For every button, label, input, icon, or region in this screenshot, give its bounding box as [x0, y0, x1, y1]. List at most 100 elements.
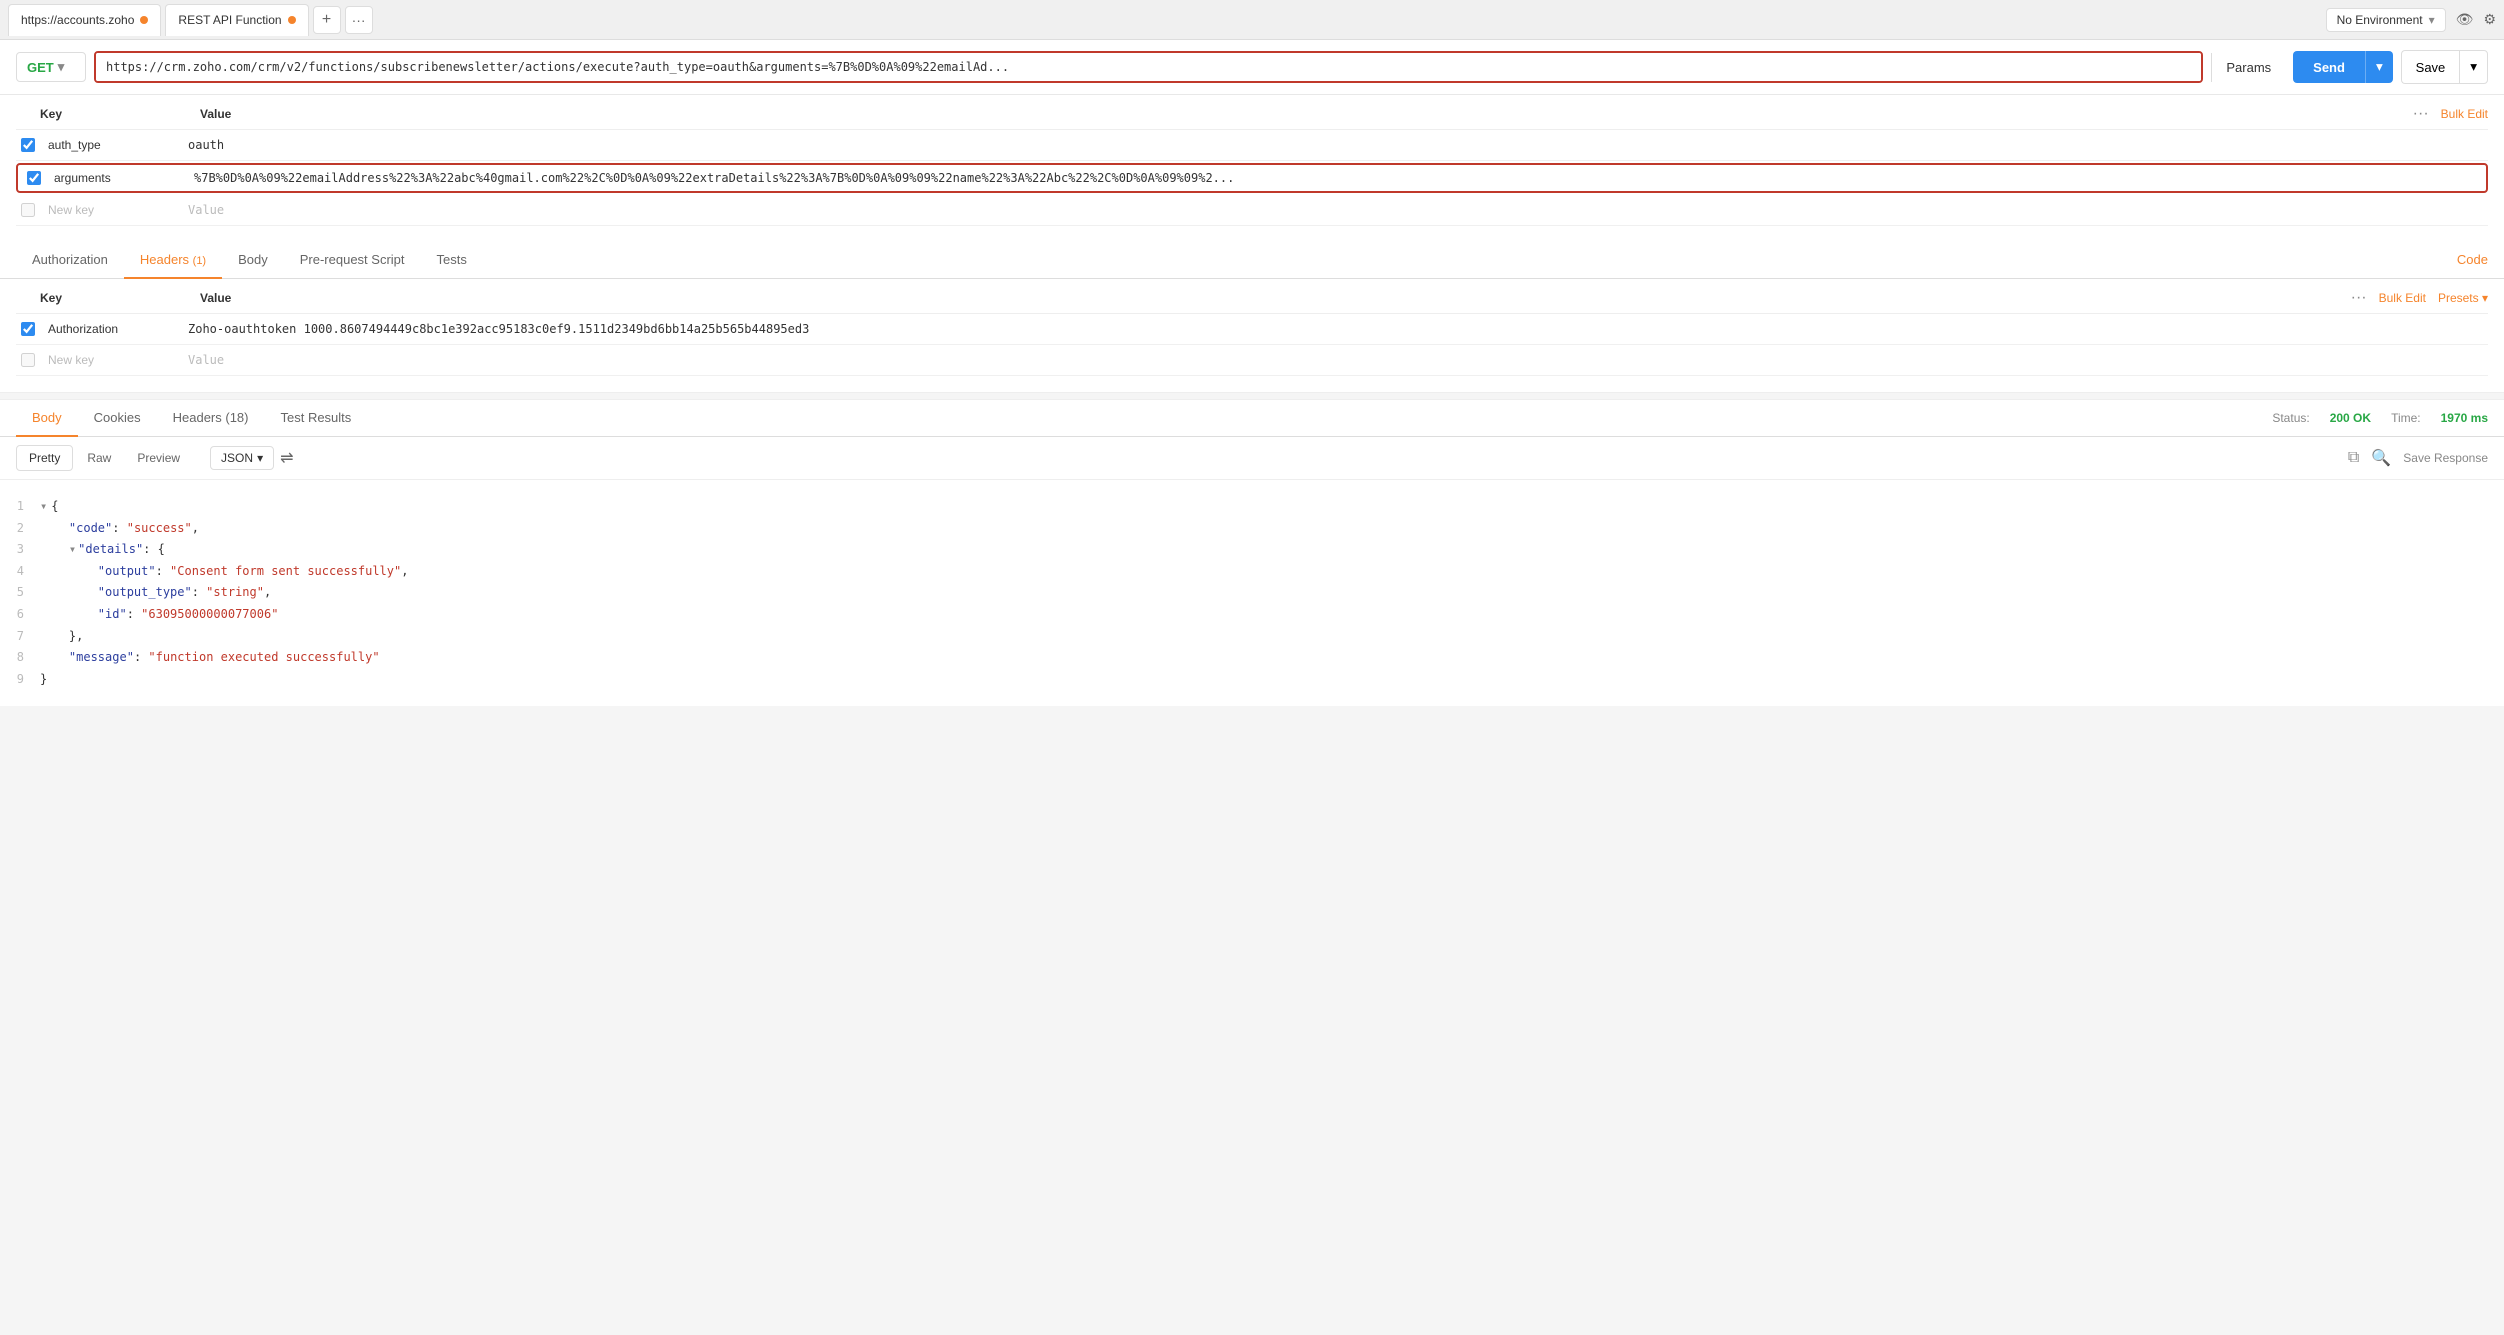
headers-actions: ··· Bulk Edit Presets ▾	[2351, 289, 2488, 307]
headers-header: Key Value ··· Bulk Edit Presets ▾	[16, 279, 2488, 314]
headers-bulk-edit[interactable]: Bulk Edit	[2379, 291, 2426, 305]
params-button[interactable]: Params	[2211, 53, 2285, 82]
param-new-value[interactable]: Value	[180, 201, 2488, 219]
url-input[interactable]	[96, 53, 2201, 81]
method-selector[interactable]: GET ▾	[16, 52, 86, 82]
response-tab-headers[interactable]: Headers (18)	[157, 400, 265, 437]
param-row-new: New key Value	[16, 195, 2488, 226]
copy-icon[interactable]: ⧉	[2348, 449, 2359, 467]
param-new-key[interactable]: New key	[40, 201, 180, 219]
send-button[interactable]: Send	[2293, 51, 2365, 83]
body-format-group: JSON ▾ ⇌	[210, 446, 293, 470]
code-line-8: 8 "message": "function executed successf…	[0, 647, 2488, 669]
body-tab-raw[interactable]: Raw	[75, 446, 123, 470]
tab-headers[interactable]: Headers (1)	[124, 242, 222, 279]
tab-more-button[interactable]: ···	[345, 6, 373, 34]
time-label: Time:	[2391, 411, 2421, 425]
tab-accounts-dot	[140, 16, 148, 24]
header-auth-key: Authorization	[40, 320, 180, 338]
code-line-4: 4 "output": "Consent form sent successfu…	[0, 561, 2488, 583]
save-dropdown-button[interactable]: ▾	[2459, 50, 2488, 84]
tab-authorization[interactable]: Authorization	[16, 242, 124, 279]
params-value-header: Value	[200, 107, 231, 121]
headers-cols: Key Value	[16, 291, 231, 305]
params-bulk-edit[interactable]: Bulk Edit	[2441, 107, 2488, 121]
status-label: Status:	[2272, 411, 2309, 425]
param-row-auth-type: auth_type oauth	[16, 130, 2488, 161]
headers-value-header: Value	[200, 291, 231, 305]
tab-rest-api[interactable]: REST API Function	[165, 4, 308, 36]
param-row-arguments: arguments %7B%0D%0A%09%22emailAddress%22…	[16, 163, 2488, 193]
body-sub-tabs: Pretty Raw Preview JSON ▾ ⇌ ⧉ 🔍 Save Res…	[0, 437, 2504, 480]
url-input-wrapper	[94, 51, 2203, 83]
time-value: 1970 ms	[2441, 411, 2488, 425]
params-cols: Key Value	[16, 107, 231, 121]
status-value: 200 OK	[2330, 411, 2371, 425]
tab-body[interactable]: Body	[222, 242, 284, 279]
format-chevron-icon: ▾	[257, 451, 263, 465]
tab-rest-api-label: REST API Function	[178, 13, 281, 27]
tab-rest-api-dot	[288, 16, 296, 24]
header-auth-value: Zoho-oauthtoken 1000.8607494449c8bc1e392…	[180, 320, 2488, 338]
params-section: Key Value ··· Bulk Edit auth_type oauth …	[0, 95, 2504, 242]
send-chevron-icon: ▾	[2376, 59, 2383, 74]
headers-presets[interactable]: Presets ▾	[2438, 291, 2488, 305]
headers-more-icon[interactable]: ···	[2351, 289, 2367, 307]
header-auth-checkbox[interactable]	[16, 322, 40, 336]
response-status: Status: 200 OK Time: 1970 ms	[2272, 411, 2488, 425]
save-button[interactable]: Save	[2401, 50, 2460, 84]
code-line-1: 1 ▾{	[0, 496, 2488, 518]
params-header: Key Value ··· Bulk Edit	[16, 95, 2488, 130]
header-new-value[interactable]: Value	[180, 351, 2488, 369]
search-icon[interactable]: 🔍	[2371, 448, 2391, 468]
header-new-key[interactable]: New key	[40, 351, 180, 369]
section-divider	[0, 392, 2504, 400]
chevron-down-icon: ▾	[2429, 13, 2435, 27]
param-arguments-checkbox[interactable]	[22, 171, 46, 185]
param-auth-type-key: auth_type	[40, 136, 180, 154]
param-arguments-value: %7B%0D%0A%09%22emailAddress%22%3A%22abc%…	[186, 169, 2482, 187]
wrap-icon[interactable]: ⇌	[280, 448, 293, 468]
param-auth-type-value: oauth	[180, 136, 2488, 154]
env-selector[interactable]: No Environment ▾	[2326, 8, 2446, 32]
header-row-new: New key Value	[16, 345, 2488, 376]
collapse-icon-3[interactable]: ▾	[69, 542, 76, 556]
env-selector-label: No Environment	[2337, 13, 2423, 27]
code-line-7: 7 },	[0, 626, 2488, 648]
eye-icon[interactable]: 👁	[2456, 11, 2474, 28]
gear-icon[interactable]: ⚙	[2483, 11, 2496, 28]
tab-add-button[interactable]: +	[313, 6, 341, 34]
code-line-3: 3 ▾"details": {	[0, 539, 2488, 561]
code-line-2: 2 "code": "success",	[0, 518, 2488, 540]
format-selector[interactable]: JSON ▾	[210, 446, 274, 470]
params-more-icon[interactable]: ···	[2413, 105, 2429, 123]
tab-code[interactable]: Code	[2441, 242, 2488, 279]
save-chevron-icon: ▾	[2470, 59, 2477, 74]
collapse-icon-1[interactable]: ▾	[40, 499, 47, 513]
code-line-5: 5 "output_type": "string",	[0, 582, 2488, 604]
response-tab-cookies[interactable]: Cookies	[78, 400, 157, 437]
tab-bar: https://accounts.zoho REST API Function …	[0, 0, 2504, 40]
body-tab-preview[interactable]: Preview	[125, 446, 192, 470]
method-chevron-icon: ▾	[58, 59, 65, 75]
code-area: 1 ▾{ 2 "code": "success", 3 ▾"details": …	[0, 480, 2504, 706]
code-line-6: 6 "id": "63095000000077006"	[0, 604, 2488, 626]
tab-pre-request-script[interactable]: Pre-request Script	[284, 242, 421, 279]
save-response-button[interactable]: Save Response	[2403, 451, 2488, 465]
body-tab-pretty[interactable]: Pretty	[16, 445, 73, 471]
tab-accounts[interactable]: https://accounts.zoho	[8, 4, 161, 36]
send-dropdown-button[interactable]: ▾	[2365, 51, 2393, 83]
header-new-checkbox	[16, 353, 40, 367]
tab-tests[interactable]: Tests	[421, 242, 483, 279]
response-tab-test-results[interactable]: Test Results	[264, 400, 367, 437]
code-line-9: 9 }	[0, 669, 2488, 691]
response-bar: Body Cookies Headers (18) Test Results S…	[0, 400, 2504, 437]
response-tab-body[interactable]: Body	[16, 400, 78, 437]
format-label: JSON	[221, 451, 253, 465]
save-btn-group: Save ▾	[2401, 50, 2488, 84]
method-label: GET	[27, 60, 54, 75]
param-auth-type-checkbox[interactable]	[16, 138, 40, 152]
param-new-checkbox	[16, 203, 40, 217]
params-key-header: Key	[40, 107, 200, 121]
body-actions: ⧉ 🔍 Save Response	[2348, 448, 2488, 468]
